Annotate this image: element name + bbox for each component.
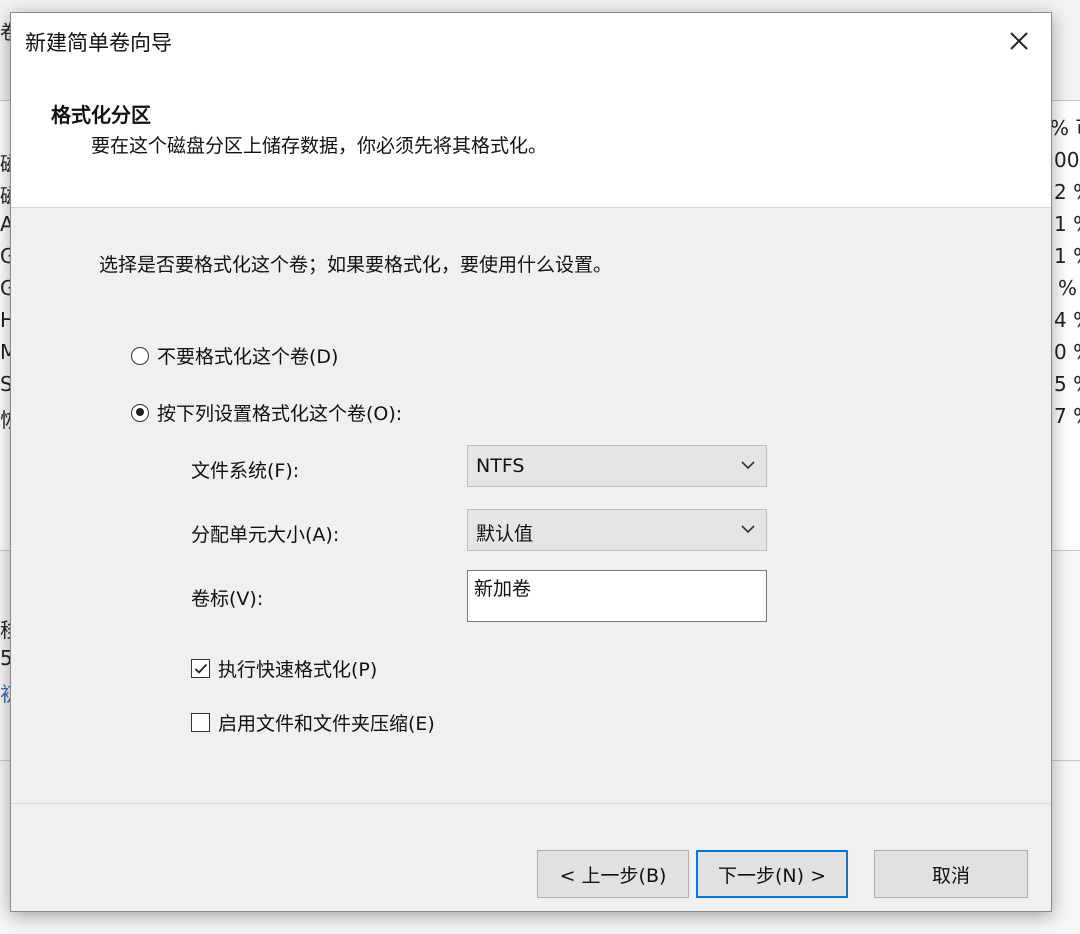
compression-checkbox-row[interactable]: 启用文件和文件夹压缩(E) xyxy=(191,709,435,736)
allocation-unit-label: 分配单元大小(A): xyxy=(191,524,340,546)
wizard-content: 选择是否要格式化这个卷；如果要格式化，要使用什么设置。 不要格式化这个卷(D) … xyxy=(11,208,1051,803)
background-text-fragment: 4 % xyxy=(1054,308,1080,332)
new-simple-volume-wizard-dialog: 新建简单卷向导 格式化分区 要在这个磁盘分区上储存数据，你必须先将其格式化。 选… xyxy=(10,12,1052,912)
background-text-fragment: 1 % xyxy=(1054,244,1080,268)
quick-format-checkbox[interactable] xyxy=(191,659,210,678)
volume-label-label: 卷标(V): xyxy=(191,588,264,610)
radio-no-format-label: 不要格式化这个卷(D) xyxy=(157,346,339,368)
volume-label-input[interactable] xyxy=(467,570,767,622)
close-button[interactable] xyxy=(1001,23,1037,59)
dialog-title: 新建简单卷向导 xyxy=(25,31,172,55)
back-button[interactable]: < 上一步(B) xyxy=(537,850,689,898)
file-system-value: NTFS xyxy=(476,455,525,477)
radio-no-format[interactable]: 不要格式化这个卷(D) xyxy=(131,342,338,369)
background-text-fragment: 00 xyxy=(1054,148,1080,172)
compression-label: 启用文件和文件夹压缩(E) xyxy=(218,713,435,735)
wizard-footer: < 上一步(B) 下一步(N) > 取消 xyxy=(11,803,1051,912)
background-text-fragment: 0 % xyxy=(1054,340,1080,364)
page-subtitle: 要在这个磁盘分区上储存数据，你必须先将其格式化。 xyxy=(91,135,548,157)
instruction-text: 选择是否要格式化这个卷；如果要格式化，要使用什么设置。 xyxy=(99,254,613,276)
background-text-fragment: 2 % xyxy=(1054,180,1080,204)
file-system-dropdown[interactable]: NTFS xyxy=(467,445,767,487)
radio-format-volume[interactable]: 按下列设置格式化这个卷(O): xyxy=(131,399,402,426)
close-icon xyxy=(1010,32,1028,50)
background-text-fragment: % 可 xyxy=(1050,116,1080,140)
next-button[interactable]: 下一步(N) > xyxy=(696,850,848,898)
background-text-fragment: 1 % xyxy=(1054,212,1080,236)
background-text-fragment: 7 % xyxy=(1054,404,1080,428)
background-text-fragment: % xyxy=(1058,276,1078,300)
quick-format-checkbox-row[interactable]: 执行快速格式化(P) xyxy=(191,655,377,682)
quick-format-label: 执行快速格式化(P) xyxy=(218,659,378,681)
chevron-down-icon xyxy=(741,461,755,470)
page-heading: 格式化分区 xyxy=(51,103,151,127)
chevron-down-icon xyxy=(741,525,755,534)
dialog-title-bar: 新建简单卷向导 xyxy=(11,13,1051,69)
allocation-unit-value: 默认值 xyxy=(476,523,534,545)
cancel-button[interactable]: 取消 xyxy=(874,850,1028,898)
radio-format-volume-label: 按下列设置格式化这个卷(O): xyxy=(157,403,403,425)
radio-button-unselected[interactable] xyxy=(131,346,149,365)
checkmark-icon xyxy=(194,663,207,674)
wizard-header: 格式化分区 要在这个磁盘分区上储存数据，你必须先将其格式化。 xyxy=(11,69,1051,208)
compression-checkbox[interactable] xyxy=(191,713,210,732)
radio-button-selected[interactable] xyxy=(131,403,149,422)
allocation-unit-dropdown[interactable]: 默认值 xyxy=(467,509,767,551)
background-text-fragment: 5 % xyxy=(1054,372,1080,396)
file-system-label: 文件系统(F): xyxy=(191,460,300,482)
